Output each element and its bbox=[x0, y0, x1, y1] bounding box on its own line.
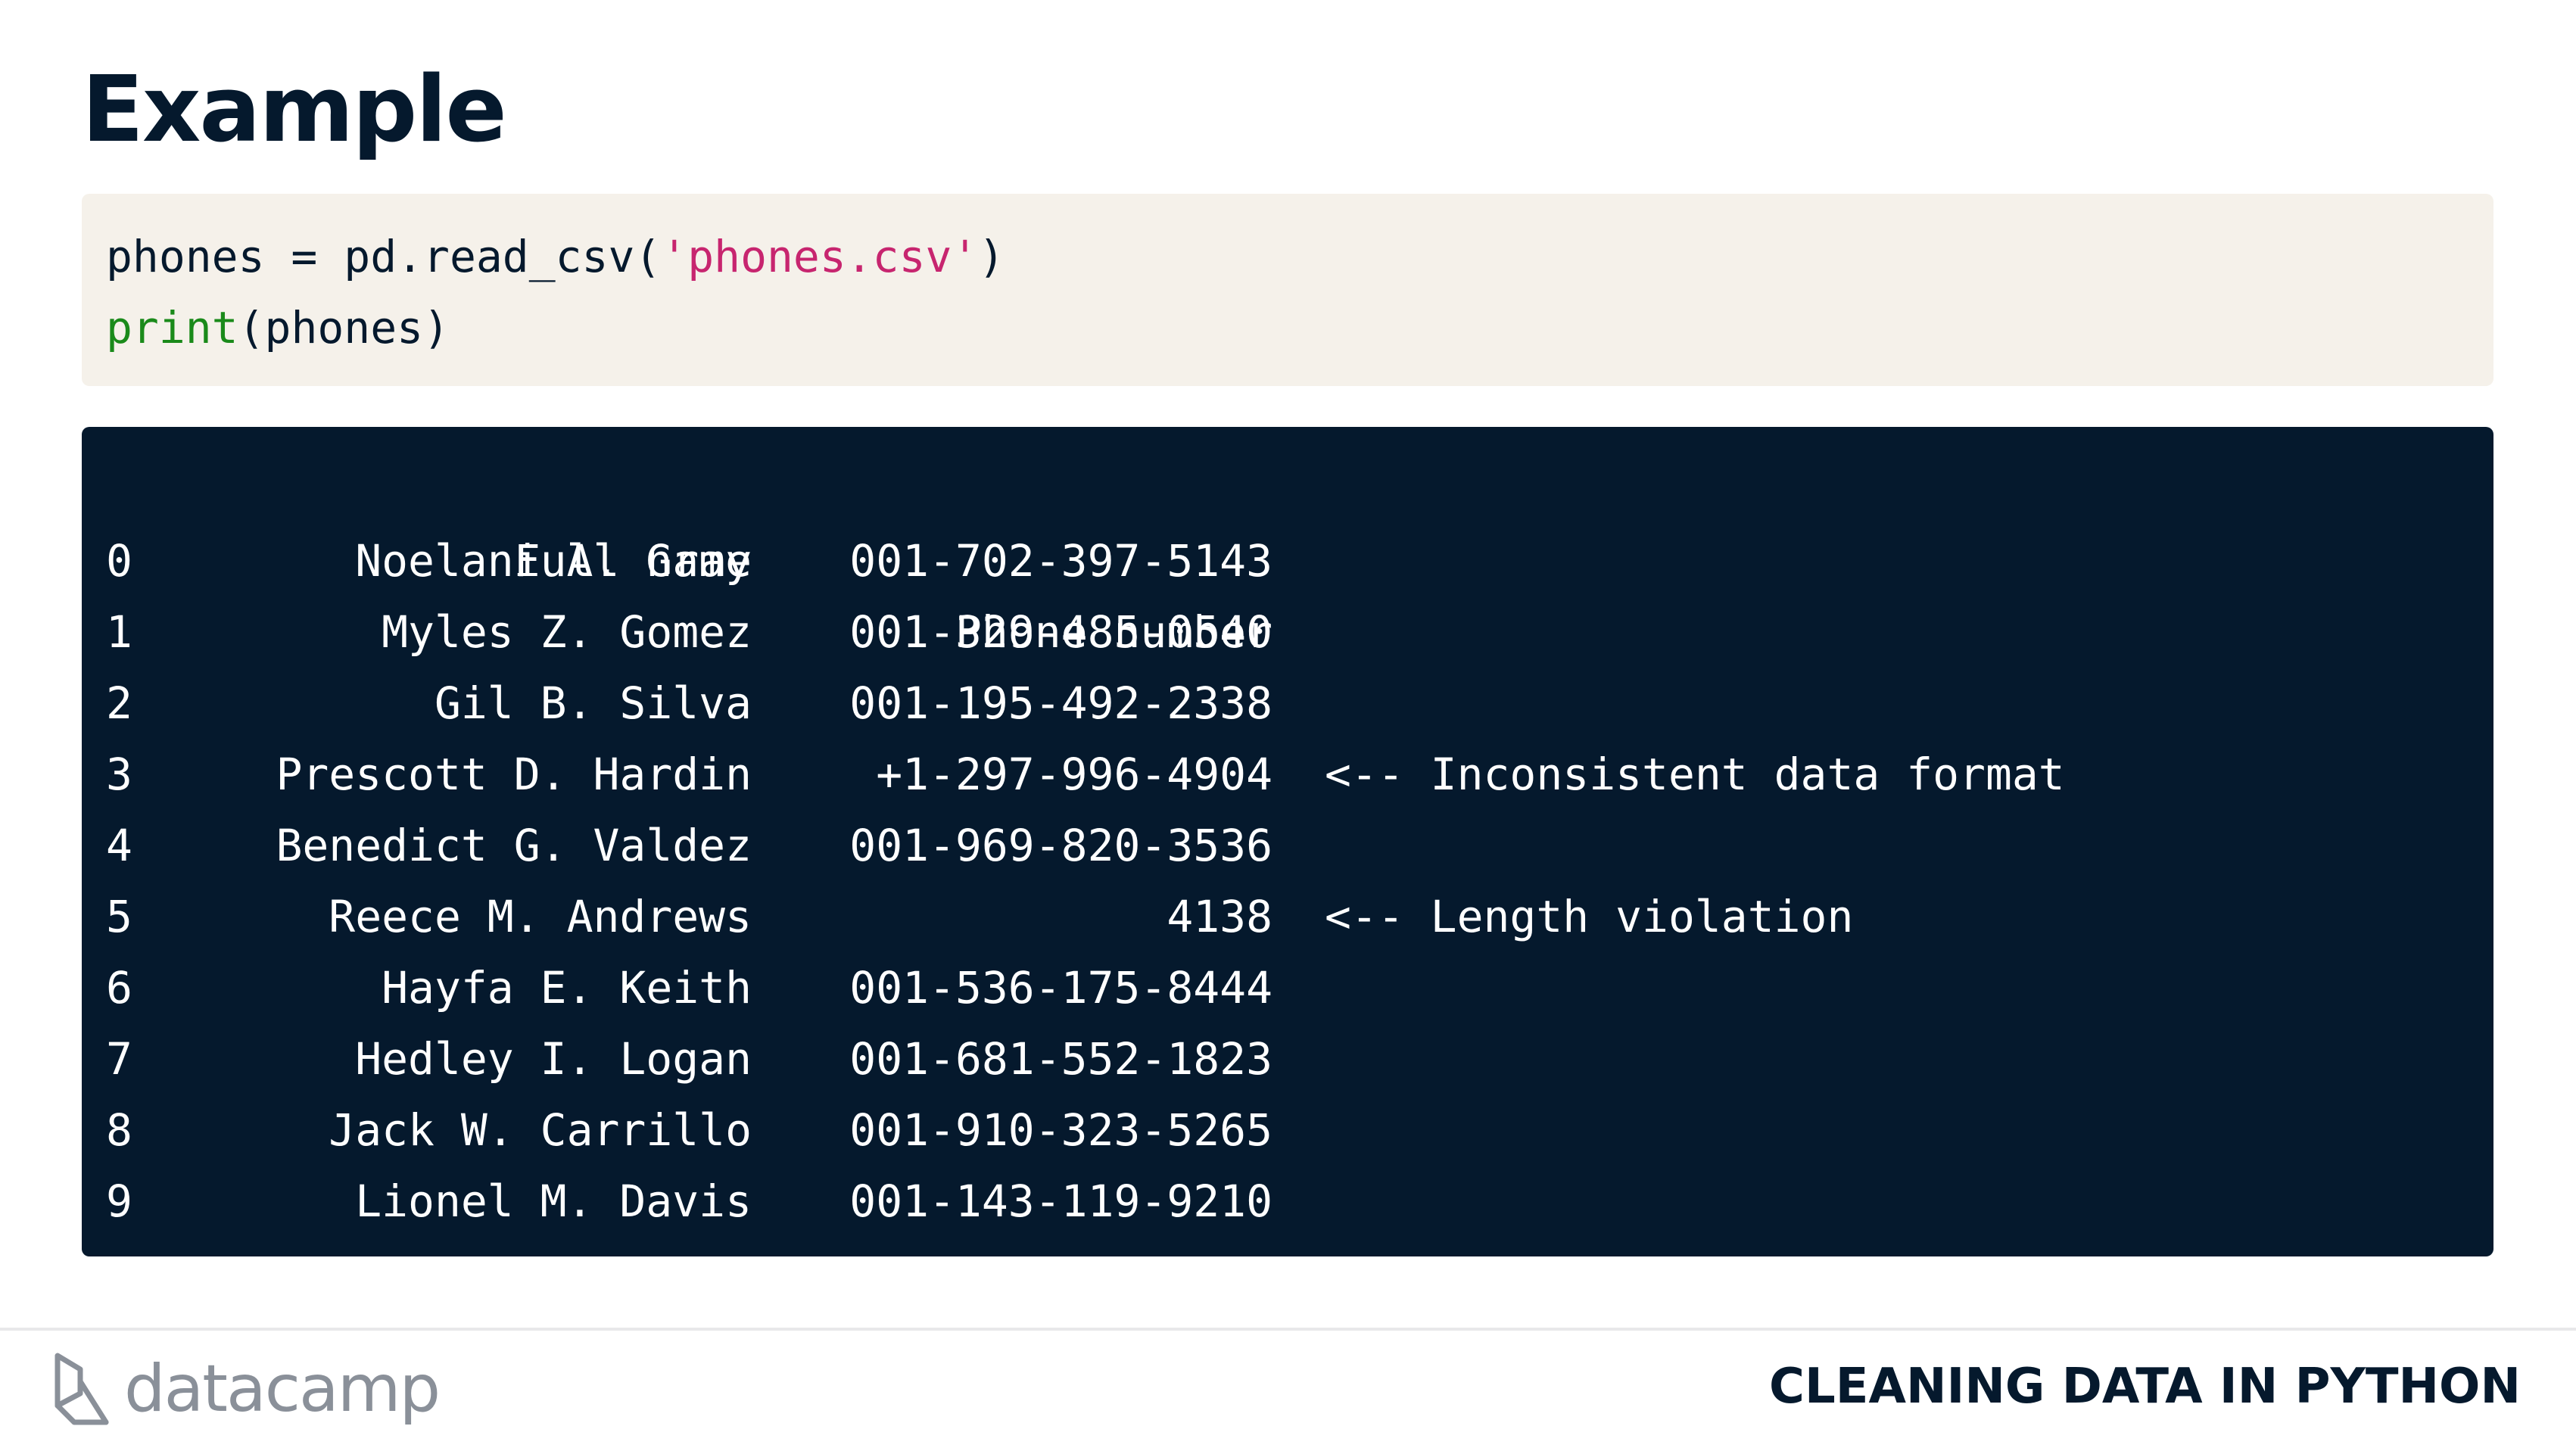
phone-number-cell: 001-536-175-8444 bbox=[849, 962, 1272, 1014]
phone-number-cell: 001-195-492-2338 bbox=[849, 677, 1272, 729]
table-row: 8 Jack W. Carrillo 001-910-323-5265 bbox=[106, 1094, 2469, 1166]
full-name-cell: Jack W. Carrillo bbox=[329, 1104, 752, 1156]
datacamp-logo: datacamp bbox=[51, 1347, 441, 1431]
footer-divider bbox=[0, 1328, 2576, 1331]
code-line-1: phones = pd.read_csv('phones.csv') bbox=[106, 221, 2469, 292]
full-name-cell: Reece M. Andrews bbox=[329, 891, 752, 942]
code-line-2: print(phones) bbox=[106, 292, 2469, 363]
table-row: 7 Hedley I. Logan 001-681-552-1823 bbox=[106, 1023, 2469, 1094]
row-index: 9 bbox=[106, 1175, 132, 1227]
output-rows: 0 Noelani A. Gray 001-702-397-5143 1 Myles Z… bbox=[106, 525, 2469, 1237]
table-row: 2 Gil B. Silva 001-195-492-2338 bbox=[106, 668, 2469, 739]
code-text: ) bbox=[978, 231, 1005, 282]
row-index: 6 bbox=[106, 962, 132, 1014]
datacamp-logo-icon bbox=[55, 1353, 109, 1425]
annotation-note: <-- Length violation bbox=[1325, 891, 1854, 942]
table-row: 4 Benedict G. Valdez 001-969-820-3536 bbox=[106, 810, 2469, 881]
annotation-note: <-- Inconsistent data format bbox=[1325, 749, 2065, 800]
code-string: 'phones.csv' bbox=[661, 231, 979, 282]
table-row: 5 Reece M. Andrews 4138 <-- Length violatio… bbox=[106, 881, 2469, 952]
table-row: 6 Hayfa E. Keith 001-536-175-8444 bbox=[106, 952, 2469, 1023]
course-title: CLEANING DATA IN PYTHON bbox=[1768, 1359, 2521, 1415]
output-block: Full name Phone number 0 Noelani A. Gray 0… bbox=[82, 427, 2493, 1256]
full-name-cell: Hayfa E. Keith bbox=[382, 962, 752, 1014]
code-block: phones = pd.read_csv('phones.csv') print… bbox=[82, 194, 2493, 386]
code-builtin: print bbox=[106, 302, 238, 353]
phone-number-cell: 001-969-820-3536 bbox=[849, 820, 1272, 871]
full-name-cell: Benedict G. Valdez bbox=[276, 820, 752, 871]
row-index: 2 bbox=[106, 677, 132, 729]
phone-number-cell: 001-143-119-9210 bbox=[849, 1175, 1272, 1227]
row-index: 1 bbox=[106, 606, 132, 658]
row-index: 8 bbox=[106, 1104, 132, 1156]
datacamp-wordmark: datacamp bbox=[124, 1351, 441, 1427]
full-name-cell: Noelani A. Gray bbox=[355, 535, 752, 587]
full-name-cell: Prescott D. Hardin bbox=[276, 749, 752, 800]
row-index: 0 bbox=[106, 535, 132, 587]
row-index: 7 bbox=[106, 1033, 132, 1085]
full-name-cell: Hedley I. Logan bbox=[355, 1033, 752, 1085]
row-index: 4 bbox=[106, 820, 132, 871]
row-index: 5 bbox=[106, 891, 132, 942]
output-header-row: Full name Phone number bbox=[106, 454, 2469, 658]
phone-number-cell: +1-297-996-4904 bbox=[876, 749, 1272, 800]
code-text: (phones) bbox=[238, 302, 450, 353]
slide-title: Example bbox=[82, 58, 507, 163]
table-row: 0 Noelani A. Gray 001-702-397-5143 bbox=[106, 525, 2469, 596]
phone-number-cell: 001-329-485-0540 bbox=[849, 606, 1272, 658]
row-index: 3 bbox=[106, 749, 132, 800]
table-row: 3 Prescott D. Hardin +1-297-996-4904 <-- In… bbox=[106, 739, 2469, 810]
full-name-cell: Gil B. Silva bbox=[434, 677, 752, 729]
phone-number-cell: 001-681-552-1823 bbox=[849, 1033, 1272, 1085]
full-name-cell: Lionel M. Davis bbox=[355, 1175, 752, 1227]
phone-number-cell: 001-702-397-5143 bbox=[849, 535, 1272, 587]
phone-number-cell: 4138 bbox=[1167, 891, 1272, 942]
table-row: 9 Lionel M. Davis 001-143-119-9210 bbox=[106, 1166, 2469, 1237]
code-text: phones = pd.read_csv( bbox=[106, 231, 662, 282]
table-row: 1 Myles Z. Gomez 001-329-485-0540 bbox=[106, 596, 2469, 668]
phone-number-cell: 001-910-323-5265 bbox=[849, 1104, 1272, 1156]
full-name-cell: Myles Z. Gomez bbox=[382, 606, 752, 658]
